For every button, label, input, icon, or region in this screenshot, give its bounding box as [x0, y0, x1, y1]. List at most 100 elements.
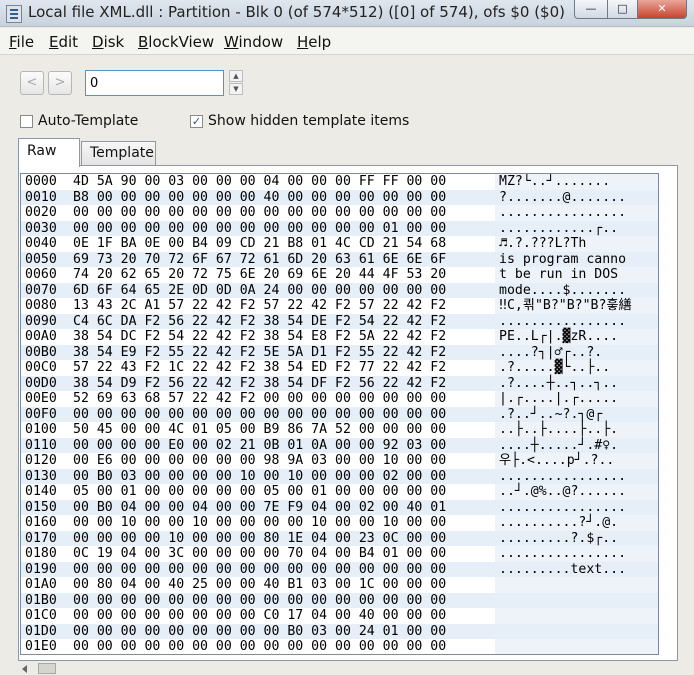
- hex-row[interactable]: 0100 50 45 00 00 4C 01 05 00 B9 86 7A 52 …: [21, 422, 658, 438]
- hex-row-bytes[interactable]: 00 B0 04 00 00 04 00 00 7E F9 04 00 02 0…: [73, 500, 446, 516]
- hex-row-ascii[interactable]: .?.....▓└..├..: [499, 360, 610, 376]
- hex-row-ascii[interactable]: ..├..├....├..├.: [499, 422, 618, 438]
- menu-blockview[interactable]: BlockView: [138, 33, 214, 51]
- hex-row-ascii[interactable]: ?.......@.......: [499, 190, 626, 206]
- hex-row-bytes[interactable]: 00 00 00 00 10 00 00 00 80 1E 04 00 23 0…: [73, 531, 446, 547]
- hex-row-bytes[interactable]: 13 43 2C A1 57 22 42 F2 57 22 42 F2 57 2…: [73, 298, 446, 314]
- menu-help[interactable]: Help: [297, 33, 331, 51]
- hex-row[interactable]: 0040 0E 1F BA 0E 00 B4 09 CD 21 B8 01 4C …: [21, 236, 658, 252]
- hex-row-bytes[interactable]: 0E 1F BA 0E 00 B4 09 CD 21 B8 01 4C CD 2…: [73, 236, 446, 252]
- hex-row-ascii[interactable]: ................: [499, 546, 626, 562]
- hex-row-bytes[interactable]: 00 B0 03 00 00 00 00 10 00 10 00 00 00 0…: [73, 469, 446, 485]
- hex-row-ascii[interactable]: .?..┘..~?.┐@┌: [499, 407, 602, 423]
- hex-row[interactable]: 00C0 57 22 43 F2 1C 22 42 F2 38 54 ED F2 …: [21, 360, 658, 376]
- hex-row-bytes[interactable]: 50 45 00 00 4C 01 05 00 B9 86 7A 52 00 0…: [73, 422, 446, 438]
- hex-row-bytes[interactable]: 00 00 10 00 00 10 00 00 00 00 10 00 00 1…: [73, 515, 446, 531]
- hex-row[interactable]: 0140 05 00 01 00 00 00 00 00 05 00 01 00 …: [21, 484, 658, 500]
- hex-row[interactable]: 0090 C4 6C DA F2 56 22 42 F2 38 54 DE F2 …: [21, 313, 658, 330]
- hex-row-ascii[interactable]: ..........?┘.@.: [499, 515, 618, 531]
- hex-row-ascii[interactable]: ‼C,쾪"B?"B?"B?흫繕: [499, 298, 632, 314]
- hex-row-bytes[interactable]: 00 00 00 00 00 00 00 00 00 00 00 00 00 0…: [73, 593, 446, 609]
- scroll-left-arrow-icon[interactable]: [22, 665, 27, 673]
- hex-row-ascii[interactable]: .........text...: [499, 562, 626, 578]
- hex-row-bytes[interactable]: 05 00 01 00 00 00 00 00 05 00 01 00 00 0…: [73, 484, 446, 500]
- hex-row[interactable]: 0190 00 00 00 00 00 00 00 00 00 00 00 00 …: [21, 561, 658, 578]
- hex-row[interactable]: 0020 00 00 00 00 00 00 00 00 00 00 00 00 …: [21, 205, 658, 221]
- scroll-thumb[interactable]: [38, 663, 56, 674]
- hex-row-bytes[interactable]: 74 20 62 65 20 72 75 6E 20 69 6E 20 44 4…: [73, 267, 446, 283]
- hex-row-ascii[interactable]: ............┌..: [499, 221, 618, 237]
- hex-row[interactable]: 01E0 00 00 00 00 00 00 00 00 00 00 00 00 …: [21, 639, 658, 654]
- block-number-input[interactable]: [85, 70, 224, 96]
- hex-row-ascii[interactable]: ................: [499, 205, 626, 221]
- hex-row[interactable]: 00B0 38 54 E9 F2 55 22 42 F2 5E 5A D1 F2 …: [21, 344, 658, 361]
- menu-file[interactable]: File: [9, 33, 34, 51]
- hex-row-ascii[interactable]: .........?.$┌..: [499, 531, 618, 547]
- hex-row-bytes[interactable]: 00 00 00 00 00 00 00 00 00 00 00 00 00 0…: [73, 407, 446, 423]
- hex-row-bytes[interactable]: 38 54 E9 F2 55 22 42 F2 5E 5A D1 F2 55 2…: [73, 345, 446, 361]
- menu-edit[interactable]: Edit: [49, 33, 78, 51]
- hex-row[interactable]: 00A0 38 54 DC F2 54 22 42 F2 38 54 E8 F2 …: [21, 329, 658, 345]
- spin-up-button[interactable]: ▲: [229, 70, 243, 82]
- hex-row[interactable]: 0050 69 73 20 70 72 6F 67 72 61 6D 20 63 …: [21, 251, 658, 268]
- hex-row[interactable]: 0010 B8 00 00 00 00 00 00 00 40 00 00 00 …: [21, 189, 658, 206]
- hex-row-ascii[interactable]: ................: [499, 314, 626, 330]
- hex-row[interactable]: 00D0 38 54 D9 F2 56 22 42 F2 38 54 DF F2 …: [21, 375, 658, 392]
- hex-row-ascii[interactable]: is program canno: [499, 252, 626, 268]
- hex-row-bytes[interactable]: 38 54 D9 F2 56 22 42 F2 38 54 DF F2 56 2…: [73, 376, 446, 392]
- spin-down-button[interactable]: ▼: [229, 83, 243, 95]
- hex-row-ascii[interactable]: ....?┐|♂┌..?.: [499, 345, 602, 361]
- hex-row[interactable]: 0070 6D 6F 64 65 2E 0D 0D 0A 24 00 00 00 …: [21, 282, 658, 299]
- hex-row-bytes[interactable]: B8 00 00 00 00 00 00 00 40 00 00 00 00 0…: [73, 190, 446, 206]
- maximize-button[interactable]: □: [607, 0, 638, 19]
- hex-row-ascii[interactable]: MZ?└..┘.......: [499, 174, 610, 190]
- hex-row-ascii[interactable]: 우├.<....p┘.?..: [499, 453, 614, 469]
- hex-row[interactable]: 00E0 52 69 63 68 57 22 42 F2 00 00 00 00 …: [21, 391, 658, 407]
- hex-row-ascii[interactable]: mode....$.......: [499, 283, 626, 299]
- hex-row[interactable]: 01C0 00 00 00 00 00 00 00 00 C0 17 04 00 …: [21, 608, 658, 624]
- hex-row-ascii[interactable]: t be run in DOS: [499, 267, 626, 283]
- hex-row[interactable]: 0170 00 00 00 00 10 00 00 00 80 1E 04 00 …: [21, 530, 658, 547]
- hex-row-bytes[interactable]: 38 54 DC F2 54 22 42 F2 38 54 E8 F2 5A 2…: [73, 329, 446, 345]
- hex-row-bytes[interactable]: 69 73 20 70 72 6F 67 72 61 6D 20 63 61 6…: [73, 252, 446, 268]
- show-hidden-checkbox[interactable]: ✓: [190, 115, 203, 128]
- hex-row[interactable]: 00F0 00 00 00 00 00 00 00 00 00 00 00 00 …: [21, 406, 658, 423]
- previous-block-button[interactable]: <: [20, 71, 44, 95]
- hex-row[interactable]: 0080 13 43 2C A1 57 22 42 F2 57 22 42 F2 …: [21, 298, 658, 314]
- hex-row-ascii[interactable]: ................: [499, 469, 626, 485]
- hex-row-bytes[interactable]: C4 6C DA F2 56 22 42 F2 38 54 DE F2 54 2…: [73, 314, 446, 330]
- hex-row-bytes[interactable]: 00 00 00 00 00 00 00 00 00 00 00 00 00 0…: [73, 639, 446, 654]
- hex-view[interactable]: 0000 4D 5A 90 00 03 00 00 00 04 00 00 00 …: [20, 173, 659, 655]
- hex-row[interactable]: 0130 00 B0 03 00 00 00 00 10 00 10 00 00 …: [21, 468, 658, 485]
- hex-row-bytes[interactable]: 6D 6F 64 65 2E 0D 0D 0A 24 00 00 00 00 0…: [73, 283, 446, 299]
- menu-disk[interactable]: Disk: [92, 33, 124, 51]
- hex-row-ascii[interactable]: ................: [499, 500, 626, 516]
- minimize-button[interactable]: —: [574, 0, 608, 19]
- hex-row[interactable]: 0110 00 00 00 00 E0 00 02 21 0B 01 0A 00 …: [21, 437, 658, 454]
- hex-row-ascii[interactable]: ..┘.@%..@?......: [499, 484, 626, 500]
- hex-row-bytes[interactable]: 00 80 04 00 40 25 00 00 40 B1 03 00 1C 0…: [73, 577, 446, 593]
- hex-row-bytes[interactable]: 0C 19 04 00 3C 00 00 00 00 70 04 00 B4 0…: [73, 546, 446, 562]
- hex-row[interactable]: 01F0 00 00 00 00 00 00 00 00 2E 74 65 78 …: [21, 655, 658, 656]
- hex-row[interactable]: 0120 00 E6 00 00 00 00 00 00 98 9A 03 00 …: [21, 453, 658, 469]
- tab-raw[interactable]: Raw: [18, 138, 80, 167]
- hex-row[interactable]: 0030 00 00 00 00 00 00 00 00 00 00 00 00 …: [21, 220, 658, 237]
- hex-row-bytes[interactable]: 00 00 00 00 00 00 00 00 C0 17 04 00 40 0…: [73, 608, 446, 624]
- hex-row-bytes[interactable]: 00 00 00 00 E0 00 02 21 0B 01 0A 00 00 9…: [73, 438, 446, 454]
- next-block-button[interactable]: >: [48, 71, 72, 95]
- auto-template-checkbox[interactable]: [20, 115, 33, 128]
- hex-row-ascii[interactable]: |.┌....|.┌.....: [499, 391, 618, 407]
- hex-row-bytes[interactable]: 00 00 00 00 00 00 00 00 00 00 00 00 00 0…: [73, 221, 446, 237]
- hex-row[interactable]: 0180 0C 19 04 00 3C 00 00 00 00 70 04 00 …: [21, 546, 658, 562]
- hex-row[interactable]: 0000 4D 5A 90 00 03 00 00 00 04 00 00 00 …: [21, 174, 658, 190]
- hex-row-bytes[interactable]: 00 E6 00 00 00 00 00 00 98 9A 03 00 00 1…: [73, 453, 446, 469]
- hex-row-ascii[interactable]: .?....┼..┐..┐..: [499, 376, 618, 392]
- hex-row-ascii[interactable]: PE..L┌|.▓zR....: [499, 329, 618, 345]
- hex-row[interactable]: 0060 74 20 62 65 20 72 75 6E 20 69 6E 20 …: [21, 267, 658, 283]
- hex-row-bytes[interactable]: 00 00 00 00 00 00 00 00 2E 74 65 78 74 0…: [73, 655, 446, 656]
- hex-row[interactable]: 0160 00 00 10 00 00 10 00 00 00 00 10 00 …: [21, 515, 658, 531]
- hex-row[interactable]: 01A0 00 80 04 00 40 25 00 00 40 B1 03 00 …: [21, 577, 658, 593]
- title-bar[interactable]: Local file XML.dll : Partition - Blk 0 (…: [0, 0, 694, 27]
- hex-row-ascii[interactable]: ♬.?.???L?Th: [499, 236, 586, 252]
- horizontal-scrollbar[interactable]: [0, 662, 694, 675]
